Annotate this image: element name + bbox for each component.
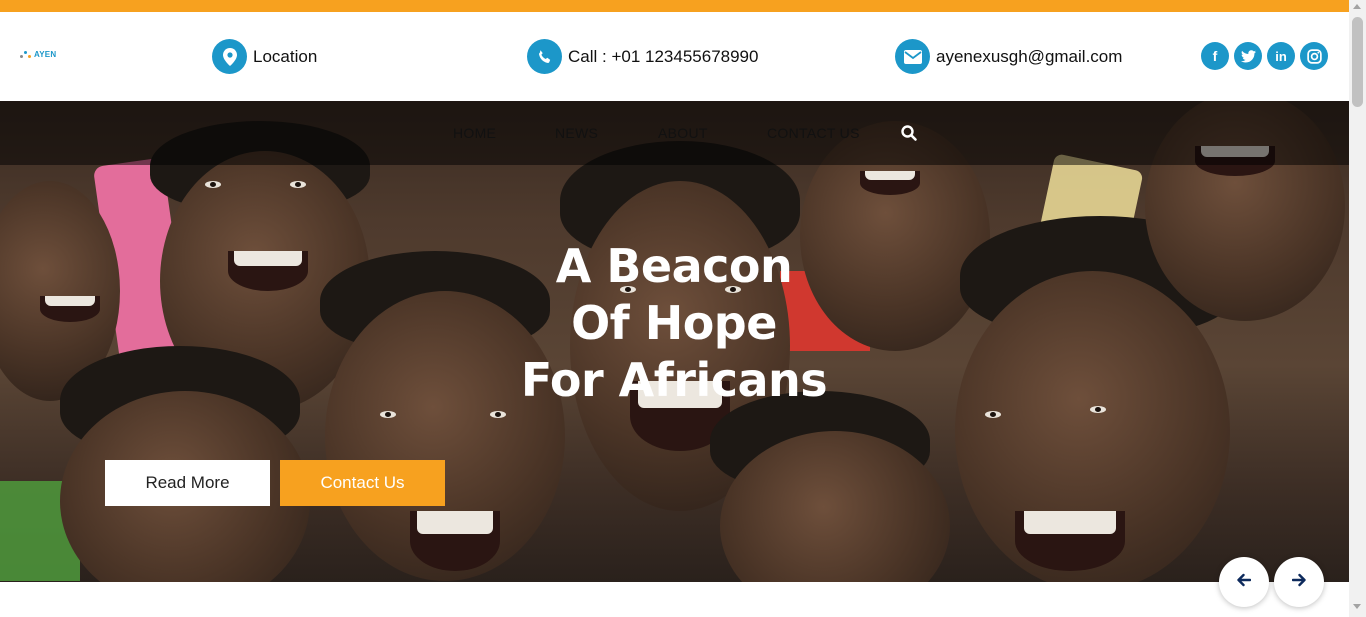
phone-icon [527, 39, 562, 74]
twitter-icon[interactable] [1234, 42, 1262, 70]
email-label: ayenexusgh@gmail.com [936, 46, 1123, 66]
contact-us-button[interactable]: Contact Us [280, 460, 445, 506]
hero-title: A Beacon Of Hope For Africans [474, 238, 874, 409]
logo-text: AYEN [34, 50, 57, 59]
hero-title-line: For Africans [520, 353, 828, 407]
scroll-up-arrow-icon[interactable] [1353, 4, 1361, 9]
slider-next-button[interactable] [1274, 557, 1324, 607]
hero-slider: HOME NEWS ABOUT CONTACT US A Beacon Of H… [0, 101, 1349, 582]
location-contact[interactable]: Location [212, 39, 317, 74]
hero-title-line: A Beacon [555, 239, 793, 293]
arrow-right-icon [1291, 573, 1306, 592]
main-navbar: HOME NEWS ABOUT CONTACT US [0, 101, 1349, 165]
read-more-button[interactable]: Read More [105, 460, 270, 506]
site-logo[interactable]: AYEN [20, 50, 56, 59]
page: AYEN Location Call : +01 123455678990 ay… [0, 0, 1366, 617]
facebook-icon[interactable]: f [1201, 42, 1229, 70]
envelope-icon [895, 39, 930, 74]
nav-news[interactable]: NEWS [555, 125, 598, 141]
social-links: f in [1201, 42, 1328, 70]
nav-contact-us[interactable]: CONTACT US [767, 125, 860, 141]
page-scrollbar[interactable] [1349, 0, 1366, 617]
top-header: AYEN Location Call : +01 123455678990 ay… [0, 12, 1349, 101]
linkedin-icon[interactable]: in [1267, 42, 1295, 70]
scroll-down-arrow-icon[interactable] [1353, 604, 1361, 609]
logo-icon [20, 50, 32, 59]
nav-about[interactable]: ABOUT [658, 125, 708, 141]
search-icon[interactable] [900, 124, 918, 142]
arrow-left-icon [1237, 573, 1252, 592]
hero-title-line: Of Hope [571, 296, 777, 350]
phone-label: Call : +01 123455678990 [568, 46, 759, 66]
instagram-icon[interactable] [1300, 42, 1328, 70]
top-accent-stripe [0, 0, 1349, 12]
phone-contact[interactable]: Call : +01 123455678990 [527, 39, 758, 74]
map-marker-icon [212, 39, 247, 74]
scrollbar-thumb[interactable] [1352, 17, 1363, 107]
nav-home[interactable]: HOME [453, 125, 496, 141]
email-contact[interactable]: ayenexusgh@gmail.com [895, 39, 1122, 74]
slider-prev-button[interactable] [1219, 557, 1269, 607]
location-label: Location [253, 46, 318, 66]
